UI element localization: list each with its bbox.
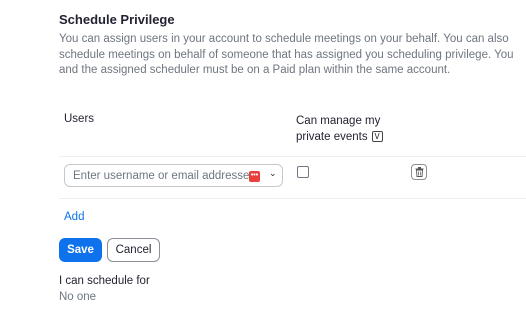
v-icon[interactable]: V xyxy=(371,131,383,143)
column-header-users: Users xyxy=(64,113,95,125)
chevron-down-icon[interactable]: ⌄ xyxy=(269,169,277,179)
can-schedule-for-label: I can schedule for xyxy=(59,275,150,287)
column-header-manage-line1: Can manage my xyxy=(296,115,381,127)
can-schedule-for-value: No one xyxy=(59,291,97,303)
cancel-button[interactable]: Cancel xyxy=(107,238,160,262)
add-user-link[interactable]: Add xyxy=(64,211,84,223)
column-header-manage-line2: private events xyxy=(296,131,368,143)
trash-icon xyxy=(415,167,424,177)
table-top-divider xyxy=(59,156,526,157)
password-manager-icon[interactable]: ••• xyxy=(249,171,260,182)
user-search-placeholder: Enter username or email addresses xyxy=(73,170,256,182)
delete-row-button[interactable] xyxy=(411,164,427,180)
user-search-input[interactable]: Enter username or email addresses ••• ⌄ xyxy=(64,164,283,187)
column-header-manage-line2-wrap: private events V xyxy=(296,129,383,145)
section-description: You can assign users in your account to … xyxy=(59,33,514,76)
private-events-checkbox[interactable] xyxy=(297,166,309,178)
section-title: Schedule Privilege xyxy=(59,12,175,27)
save-button[interactable]: Save xyxy=(59,238,102,262)
table-bottom-divider xyxy=(59,198,526,199)
column-header-manage-private-events: Can manage my private events V xyxy=(296,113,383,145)
